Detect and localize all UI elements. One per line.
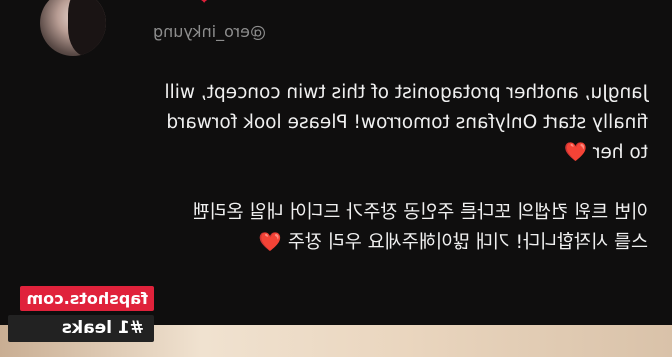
- watermark-site: fapshots.com: [20, 286, 154, 311]
- post-line-text: to her: [592, 142, 648, 163]
- watermark: fapshots.com #1 leaks: [8, 286, 154, 342]
- heart-icon: ❤️: [563, 142, 587, 163]
- watermark-tagline: #1 leaks: [8, 315, 154, 342]
- post-line: 스를 시작합니다! 기대 많이해주세요 우리 장주 ❤️: [18, 228, 648, 258]
- post-line: to her ❤️: [18, 138, 648, 168]
- post-line: finally start Onlyfans tomorrow! Please …: [166, 112, 648, 133]
- avatar[interactable]: [40, 0, 106, 56]
- heart-icon: ❤️: [258, 232, 282, 253]
- post-line-text: 스를 시작합니다! 기대 많이해주세요 우리 장주: [287, 232, 648, 253]
- avatar-hair: [68, 0, 106, 56]
- post-line: JangJu, another protagonist of this twin…: [164, 82, 648, 103]
- post-line: 이번 트윈 컨셉의 또다른 주인공 장주가 드디어 내일 온리팬: [192, 202, 648, 223]
- user-handle[interactable]: @ero_inkyung: [153, 22, 266, 41]
- heart-icon: ❤: [198, 0, 210, 8]
- post-text: JangJu, another protagonist of this twin…: [18, 78, 648, 258]
